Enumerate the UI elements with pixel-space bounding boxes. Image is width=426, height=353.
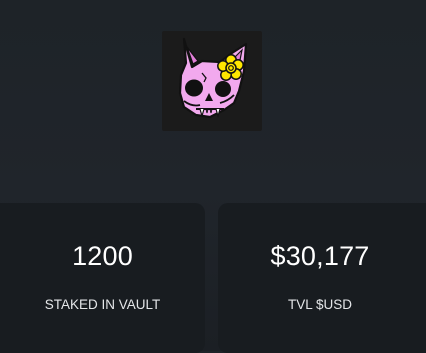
tvl-value: $30,177 bbox=[270, 241, 370, 271]
staked-count-value: 1200 bbox=[72, 241, 133, 271]
collection-logo bbox=[162, 31, 262, 131]
staked-in-vault-label: STAKED IN VAULT bbox=[44, 297, 161, 312]
cat-skull-icon bbox=[178, 37, 248, 119]
tvl-usd-label: TVL $USD bbox=[287, 297, 353, 312]
staked-in-vault-card: 1200 STAKED IN VAULT bbox=[0, 203, 205, 353]
tvl-usd-card: $30,177 TVL $USD bbox=[218, 203, 426, 353]
